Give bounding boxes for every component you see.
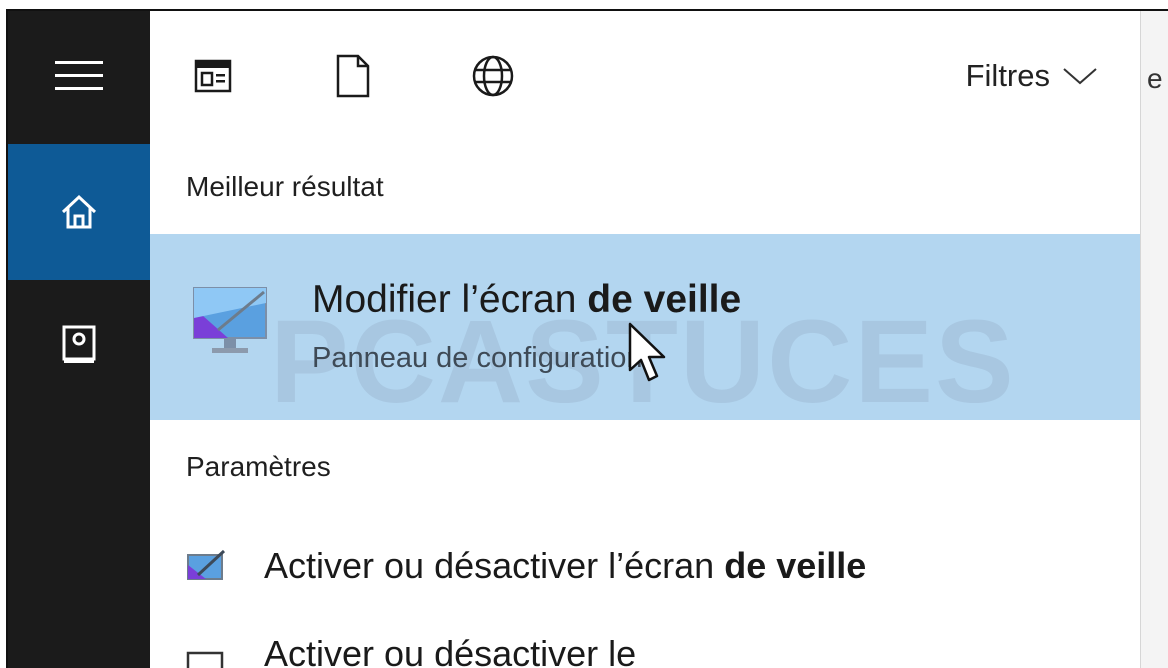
search-window: Filtres Meilleur résultat PCASTUCES Modi… (6, 9, 1168, 668)
settings-item-label: Activer ou désactiver le (264, 633, 637, 668)
documents-icon (336, 54, 370, 98)
home-icon (61, 194, 97, 229)
web-icon (472, 55, 514, 97)
apps-filter-button[interactable] (188, 51, 238, 101)
search-results-panel: Filtres Meilleur résultat PCASTUCES Modi… (150, 11, 1140, 668)
home-button[interactable] (8, 144, 150, 280)
filter-toolbar: Filtres (150, 11, 1140, 141)
background-text-fragment: e r (1147, 63, 1168, 94)
screensaver-monitor-icon (193, 287, 267, 353)
web-filter-button[interactable] (468, 51, 518, 101)
chevron-down-icon (1063, 68, 1097, 85)
settings-header: Paramètres (186, 451, 331, 482)
best-result-subtitle: Panneau de configuration (312, 342, 643, 374)
best-result-item[interactable]: PCASTUCES Modifier l’écran de veille Pan… (150, 234, 1140, 428)
background-window-edge: e r (1140, 11, 1168, 668)
left-rail (8, 11, 150, 668)
hamburger-menu-icon (55, 61, 103, 90)
apps-icon (194, 59, 232, 93)
mouse-cursor-icon (628, 322, 666, 382)
best-result-title: Modifier l’écran de veille (312, 278, 742, 321)
best-result-header: Meilleur résultat (186, 171, 384, 202)
settings-item-screensaver-toggle[interactable]: Activer ou désactiver l’écran de veille (150, 533, 1140, 603)
documents-filter-button[interactable] (328, 51, 378, 101)
filters-label: Filtres (965, 58, 1050, 93)
screensaver-settings-icon (187, 549, 226, 580)
settings-item-partial[interactable]: Activer ou désactiver le (150, 621, 1140, 668)
filters-dropdown[interactable]: Filtres (966, 51, 1098, 101)
hamburger-menu-button[interactable] (8, 31, 150, 121)
notebook-button[interactable] (8, 297, 150, 393)
settings-item-icon (186, 651, 224, 668)
settings-item-label: Activer ou désactiver l’écran de veille (264, 545, 867, 586)
notebook-icon (62, 325, 96, 363)
